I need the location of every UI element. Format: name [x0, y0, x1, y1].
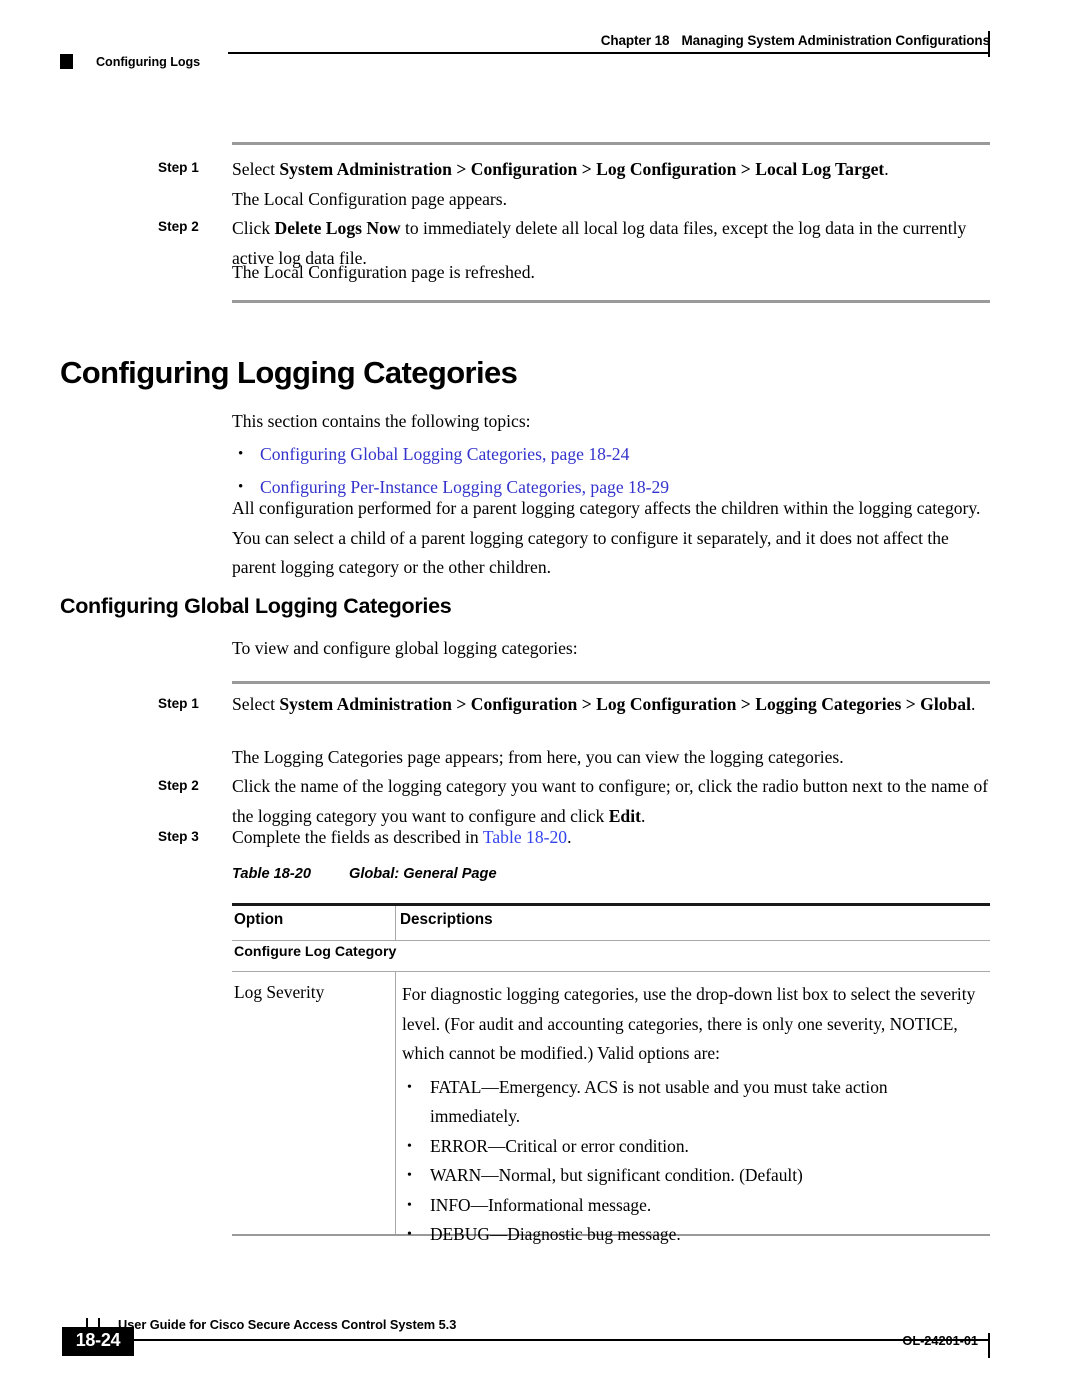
list-item: • INFO—Informational message.: [402, 1191, 982, 1221]
sub-step-1-bold: System Administration > Configuration > …: [279, 694, 971, 714]
page-title: Configuring Logging Categories: [60, 355, 518, 390]
sub-step-label-2: Step 2: [158, 778, 199, 793]
step-text-1: Select System Administration > Configura…: [232, 155, 994, 185]
list-item: • ERROR—Critical or error condition.: [402, 1132, 982, 1162]
step-result-2: The Local Configuration page is refreshe…: [232, 262, 535, 282]
step-block-rule-bottom: [232, 300, 990, 303]
sub-step-3-tail: .: [567, 827, 572, 847]
subsection-step-rule-top: [232, 681, 990, 684]
step-1-tail: .: [884, 159, 889, 179]
severity-option-debug: DEBUG—Diagnostic bug message.: [430, 1224, 681, 1245]
table-subheader-row: Configure Log Category: [232, 941, 990, 971]
header-square-icon: [60, 54, 73, 69]
table-column-divider: [395, 972, 397, 1235]
table-subheader-label: Configure Log Category: [234, 943, 397, 960]
step-label-1: Step 1: [158, 160, 199, 175]
table-header-row: Option Descriptions: [232, 905, 990, 940]
section-intro: This section contains the following topi…: [232, 411, 531, 431]
header-rule: [228, 52, 990, 54]
table-caption-title: Global: General Page: [348, 866, 497, 882]
step-label-2: Step 2: [158, 219, 199, 234]
table-caption-number: Table 18-20: [232, 866, 311, 882]
bullet-icon: •: [238, 446, 244, 462]
bullet-icon: •: [407, 1227, 412, 1243]
severity-option-warn: WARN—Normal, but significant condition. …: [430, 1165, 803, 1186]
bullet-icon: •: [407, 1079, 412, 1095]
table-column-header-option: Option: [234, 910, 284, 928]
step-1-bold: System Administration > Configuration > …: [279, 159, 885, 179]
data-table: Option Descriptions Configure Log Catego…: [232, 903, 990, 1244]
xref-link-table-18-20[interactable]: Table 18-20: [483, 827, 567, 847]
running-header-section-label: Configuring Logs: [96, 55, 201, 69]
subsection-title: Configuring Global Logging Categories: [60, 594, 452, 618]
footer-guide-title: User Guide for Cisco Secure Access Contr…: [118, 1317, 457, 1332]
sub-step-label-1: Step 1: [158, 696, 199, 711]
chapter-number: Chapter 18: [600, 33, 670, 48]
list-item: • DEBUG—Diagnostic bug message.: [402, 1220, 982, 1250]
table-column-header-descriptions: Descriptions: [400, 910, 493, 928]
severity-option-error: ERROR—Critical or error condition.: [430, 1135, 689, 1156]
table-cell-description: For diagnostic logging categories, use t…: [402, 980, 982, 1250]
sub-step-label-3: Step 3: [158, 829, 199, 844]
table-column-divider: [395, 905, 397, 940]
bullet-icon: •: [407, 1168, 412, 1184]
xref-link-global-logging[interactable]: Configuring Global Logging Categories, p…: [260, 444, 629, 464]
list-item: • FATAL—Emergency. ACS is not usable and …: [402, 1073, 982, 1132]
subsection-intro: To view and configure global logging cat…: [232, 638, 578, 658]
bullet-icon: •: [407, 1138, 412, 1154]
bullet-icon: •: [407, 1197, 412, 1213]
sub-step-1-tail: .: [971, 694, 976, 714]
severity-option-info: INFO—Informational message.: [430, 1194, 652, 1215]
table-row: Log Severity For diagnostic logging cate…: [232, 972, 990, 1244]
severity-option-fatal: FATAL—Emergency. ACS is not usable and y…: [430, 1076, 888, 1127]
severity-options-list: • FATAL—Emergency. ACS is not usable and …: [402, 1073, 982, 1250]
sub-step-text-3: Complete the fields as described in Tabl…: [232, 823, 994, 853]
step-block-rule-top: [232, 142, 990, 145]
document-page: Chapter 18 Managing System Administration…: [0, 0, 1080, 1397]
footer-document-number: OL-24201-01: [902, 1333, 978, 1348]
list-item: • WARN—Normal, but significant condition.…: [402, 1161, 982, 1191]
table-cell-option: Log Severity: [234, 982, 325, 1003]
chapter-title: Managing System Administration Configura…: [681, 33, 990, 48]
sub-step-1-lead: Select: [232, 694, 280, 714]
step-2-lead: Click: [232, 218, 275, 238]
table-caption: Table 18-20 Global: General Page: [232, 866, 497, 882]
list-item[interactable]: • Configuring Global Logging Categories, …: [232, 440, 994, 473]
table-cell-description-text: For diagnostic logging categories, use t…: [402, 984, 976, 1064]
running-header-right: Chapter 18 Managing System Administration…: [600, 33, 990, 48]
sub-step-3-lead: Complete the fields as described in: [232, 827, 483, 847]
step-result-1: The Local Configuration page appears.: [232, 189, 508, 209]
sub-step-result-1: The Logging Categories page appears; fro…: [232, 747, 844, 767]
sub-step-text-1: Select System Administration > Configura…: [232, 690, 994, 720]
footer-page-number: 18-24: [75, 1330, 121, 1350]
step-2-bold: Delete Logs Now: [274, 218, 401, 238]
step-1-lead: Select: [232, 159, 280, 179]
header-tick-mark: [988, 31, 991, 57]
section-paragraph: All configuration performed for a parent…: [232, 498, 981, 577]
footer-tick-right: [988, 1333, 991, 1358]
